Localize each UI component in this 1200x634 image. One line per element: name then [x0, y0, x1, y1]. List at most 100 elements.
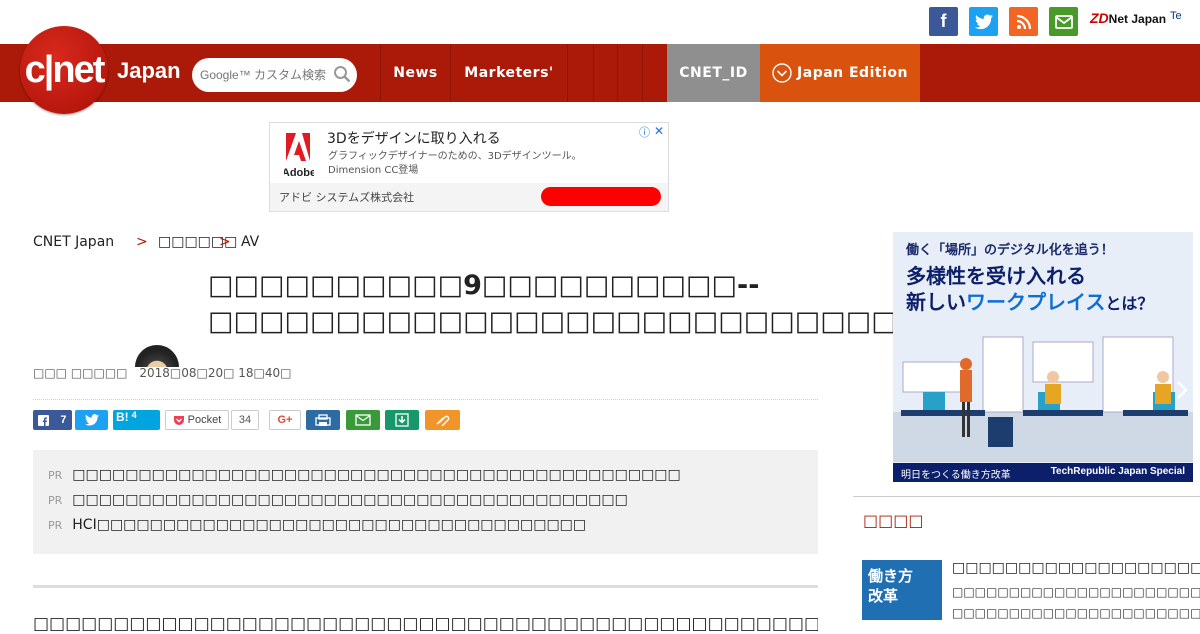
- banner-line-3c: とは？: [1105, 294, 1154, 313]
- pr-tag: PR: [48, 519, 63, 532]
- pr-item[interactable]: PR □□□□□□□□□□□□□□□□□□□□□□□□□□□□□□□□□□□□□□…: [48, 467, 681, 483]
- pr-tag: PR: [48, 494, 63, 507]
- hatena-count: 4: [131, 410, 137, 420]
- article-body: □□□□□□□□□□□□□□□□□□□□□□□□□□□□□□□□□□□□□□□□…: [33, 614, 818, 634]
- banner-line-3a: 新しい: [906, 290, 966, 314]
- section-divider: [33, 585, 818, 588]
- envelope-icon: [355, 414, 371, 426]
- mail-icon[interactable]: [1049, 7, 1078, 36]
- nav-cnet-id[interactable]: CNET_ID: [667, 44, 760, 102]
- hatena-bookmark-button[interactable]: B! 4: [113, 410, 160, 430]
- sidebar-section-header: □□□□: [853, 496, 1200, 530]
- pocket-button[interactable]: Pocket: [165, 410, 229, 430]
- facebook-share-button[interactable]: 7: [33, 410, 72, 430]
- paperclip-icon: [436, 415, 449, 426]
- pr-tag: PR: [48, 469, 63, 482]
- email-share-button[interactable]: [346, 410, 380, 430]
- banner-footer-left: 明日をつくる働き方改革: [901, 470, 1011, 481]
- sidebar-desc-line-2: □□□□□□□□□□□□□□□□□□□□□□□: [952, 606, 1200, 620]
- clip-button[interactable]: [425, 410, 460, 430]
- rss-feed-icon: [1016, 14, 1031, 29]
- thumb-line-1: 働き方: [868, 567, 914, 585]
- ad-info-icon[interactable]: ⓘ: [639, 124, 650, 140]
- pr-item[interactable]: PR HCI□□□□□□□□□□□□□□□□□□□□□□□□□□□□□□□□□□□…: [48, 517, 586, 533]
- zdnet-japan-link[interactable]: ZDNet Japan: [1090, 10, 1166, 26]
- sidebar-section-title: □□□□: [863, 511, 924, 530]
- pr-item-text[interactable]: □□□□□□□□□□□□□□□□□□□□□□□□□□□□□□□□□□□□□□□□…: [72, 467, 680, 483]
- pocket-label: Pocket: [187, 414, 222, 426]
- pr-item-text[interactable]: HCI□□□□□□□□□□□□□□□□□□□□□□□□□□□□□□□□□□□□□: [72, 517, 586, 533]
- search-icon[interactable]: [333, 65, 351, 83]
- google-plus-button[interactable]: G+: [269, 410, 301, 430]
- ad-close-icon[interactable]: ✕: [654, 124, 664, 138]
- breadcrumb-category[interactable]: AV: [241, 234, 259, 250]
- techrepublic-label: Te: [1170, 10, 1182, 22]
- facebook-share-count: 7: [60, 414, 67, 426]
- nav-news[interactable]: News: [380, 44, 450, 102]
- facebook-icon[interactable]: f: [929, 7, 958, 36]
- download-icon: [395, 413, 409, 427]
- banner-line-2: 多様性を受け入れる: [906, 264, 1086, 288]
- pr-box: PR □□□□□□□□□□□□□□□□□□□□□□□□□□□□□□□□□□□□□□…: [33, 450, 818, 554]
- banner-line-3: 新しいワークプレイスとは？: [906, 286, 1153, 315]
- display-ad[interactable]: Adobe 3Dをデザインに取り入れる グラフィックデザイナーのための、3Dデザ…: [269, 122, 669, 212]
- zdnet-prefix: ZD: [1090, 10, 1109, 26]
- facebook-icon: [38, 414, 50, 426]
- nav-item-5[interactable]: [617, 44, 642, 102]
- thumb-line-2: 改革: [868, 587, 899, 605]
- ad-description: グラフィックデザイナーのための、3Dデザインツール。 Dimension CC登…: [328, 150, 582, 178]
- hatena-icon: B!: [116, 410, 129, 424]
- techrepublic-link[interactable]: Te: [1170, 10, 1182, 22]
- banner-line-1: 働く「場所」のデジタル化を追う！: [906, 243, 1114, 258]
- breadcrumb-home[interactable]: CNET Japan: [33, 234, 114, 250]
- twitter-icon[interactable]: [969, 7, 998, 36]
- edition-label: Japan: [117, 58, 181, 83]
- pocket-count: 34: [231, 410, 259, 430]
- rss-icon[interactable]: [1009, 7, 1038, 36]
- article-title: □□□□□□□□□□9□□□□□□□□□□--□□□□□□□□□□□□□□□□□…: [208, 270, 1076, 337]
- logo-text: c|net: [24, 48, 106, 91]
- ad-cta-button[interactable]: [541, 187, 661, 206]
- divider: [33, 399, 818, 400]
- japan-edition-label: Japan Edition: [797, 65, 908, 81]
- zdnet-label: Net Japan: [1108, 12, 1167, 26]
- nav-item-6[interactable]: [642, 44, 667, 102]
- breadcrumb-separator: >: [136, 234, 148, 250]
- print-button[interactable]: [306, 410, 340, 430]
- author-avatar: [135, 345, 179, 367]
- twitter-share-button[interactable]: [75, 410, 108, 430]
- cnet-logo[interactable]: c|net: [20, 26, 108, 114]
- sidebar-item-title[interactable]: □□□□□□□□□□□□□□□□□□□□: [952, 560, 1200, 576]
- sidebar-item-thumbnail[interactable]: 働き方 改革: [862, 560, 942, 620]
- article-meta: □□□ □□□□□ 2018□08□20□ 18□40□: [33, 366, 291, 380]
- banner-line-3b: ワークプレイス: [966, 290, 1106, 314]
- svg-text:Adobe: Adobe: [284, 167, 314, 179]
- sidebar-desc-line-1: □□□□□□□□□□□□□□□□□□□□□□□□□: [952, 585, 1200, 599]
- ad-desc-line-2: Dimension CC登場: [328, 165, 419, 176]
- sidebar-item-description: □□□□□□□□□□□□□□□□□□□□□□ □□□ □□□□□□□□□□□□□□…: [952, 582, 1200, 624]
- print-icon: [315, 413, 331, 426]
- banner-footer: 明日をつくる働き方改革 TechRepublic Japan Special: [893, 463, 1193, 482]
- ad-desc-line-1: グラフィックデザイナーのための、3Dデザインツール。: [328, 151, 582, 162]
- pr-item[interactable]: PR □□□□□□□□□□□□□□□□□□□□□□□□□□□□□□□□□□□□□□…: [48, 492, 628, 508]
- banner-footer-right: TechRepublic Japan Special: [1050, 466, 1185, 477]
- envelope-icon: [1054, 14, 1073, 29]
- twitter-bird-icon: [974, 14, 993, 29]
- save-button[interactable]: [385, 410, 419, 430]
- ad-title[interactable]: 3Dをデザインに取り入れる: [327, 128, 501, 148]
- nav-marketers[interactable]: Marketers': [450, 44, 567, 102]
- pocket-icon: [173, 415, 184, 425]
- twitter-icon: [84, 414, 99, 426]
- adobe-logo-icon: Adobe: [284, 133, 314, 179]
- office-illustration-icon: [893, 336, 1193, 462]
- nav-item-4[interactable]: [593, 44, 617, 102]
- breadcrumb-separator: >: [219, 234, 231, 250]
- chevron-down-circle-icon: [772, 63, 792, 83]
- nav-japan-edition[interactable]: Japan Edition: [760, 44, 920, 102]
- sidebar-banner-ad[interactable]: 働く「場所」のデジタル化を追う！ 多様性を受け入れる 新しいワークプレイスとは？…: [893, 232, 1193, 482]
- pr-item-text[interactable]: □□□□□□□□□□□□□□□□□□□□□□□□□□□□□□□□□□□□□□□□…: [72, 492, 628, 508]
- author-name[interactable]: □□□ □□□□□: [33, 366, 128, 380]
- top-bar: f ZDNet Japan Te: [0, 0, 1200, 44]
- ad-company: アドビ システムズ株式会社: [279, 191, 415, 204]
- nav-item-3[interactable]: [567, 44, 593, 102]
